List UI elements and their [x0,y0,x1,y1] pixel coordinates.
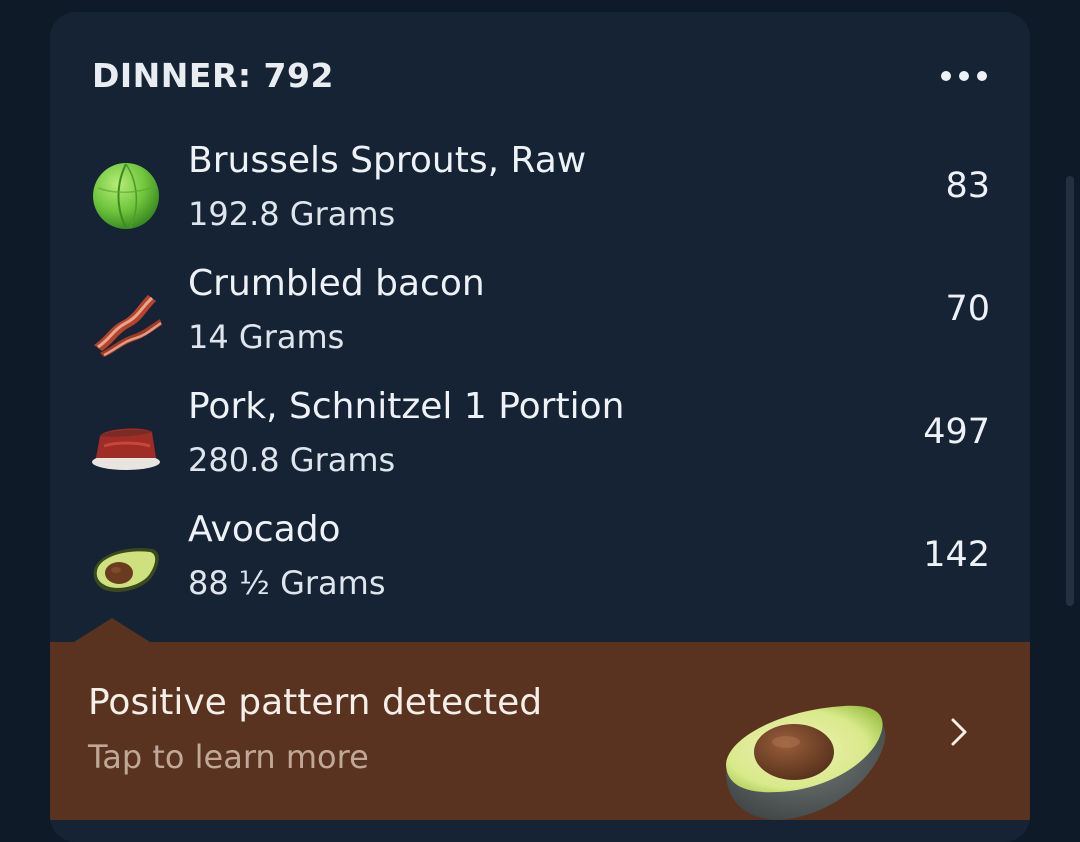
brussels-sprout-icon [93,163,159,229]
food-calories: 70 [945,289,990,329]
chevron-right-icon[interactable] [945,710,973,754]
avocado-icon [93,548,159,592]
insight-subtitle: Tap to learn more [88,738,369,776]
insight-banner[interactable]: Positive pattern detected Tap to learn m… [50,642,1030,820]
card-footer [50,820,1030,842]
scrollbar[interactable] [1066,176,1074,606]
food-amount: 14 Grams [188,318,345,356]
food-calories: 497 [923,412,990,452]
more-options-button[interactable] [934,58,994,94]
food-name: Brussels Sprouts, Raw [188,140,587,181]
avocado-icon [725,705,886,820]
food-name: Pork, Schnitzel 1 Portion [188,386,625,427]
food-name: Avocado [188,509,341,550]
food-calories: 83 [945,166,990,206]
meat-icon [92,428,160,470]
food-amount: 192.8 Grams [188,195,396,233]
insight-title: Positive pattern detected [88,682,543,723]
food-name: Crumbled bacon [188,263,485,304]
meal-title: DINNER: 792 [92,56,334,95]
food-row-crumbled-bacon[interactable]: Crumbled bacon 14 Grams 70 [50,263,1030,383]
food-row-brussels-sprouts[interactable]: Brussels Sprouts, Raw 192.8 Grams 83 [50,140,1030,260]
banner-pointer [74,618,150,642]
more-horizontal-icon [941,71,951,81]
dinner-card: DINNER: 792 Brussels Sprouts, Raw 192.8 … [50,12,1030,842]
food-row-pork-schnitzel[interactable]: Pork, Schnitzel 1 Portion 280.8 Grams 49… [50,386,1030,506]
food-amount: 280.8 Grams [188,441,396,479]
bacon-icon [94,295,162,357]
food-amount: 88 ½ Grams [188,564,386,602]
food-calories: 142 [923,535,990,575]
food-row-avocado[interactable]: Avocado 88 ½ Grams 142 [50,509,1030,629]
